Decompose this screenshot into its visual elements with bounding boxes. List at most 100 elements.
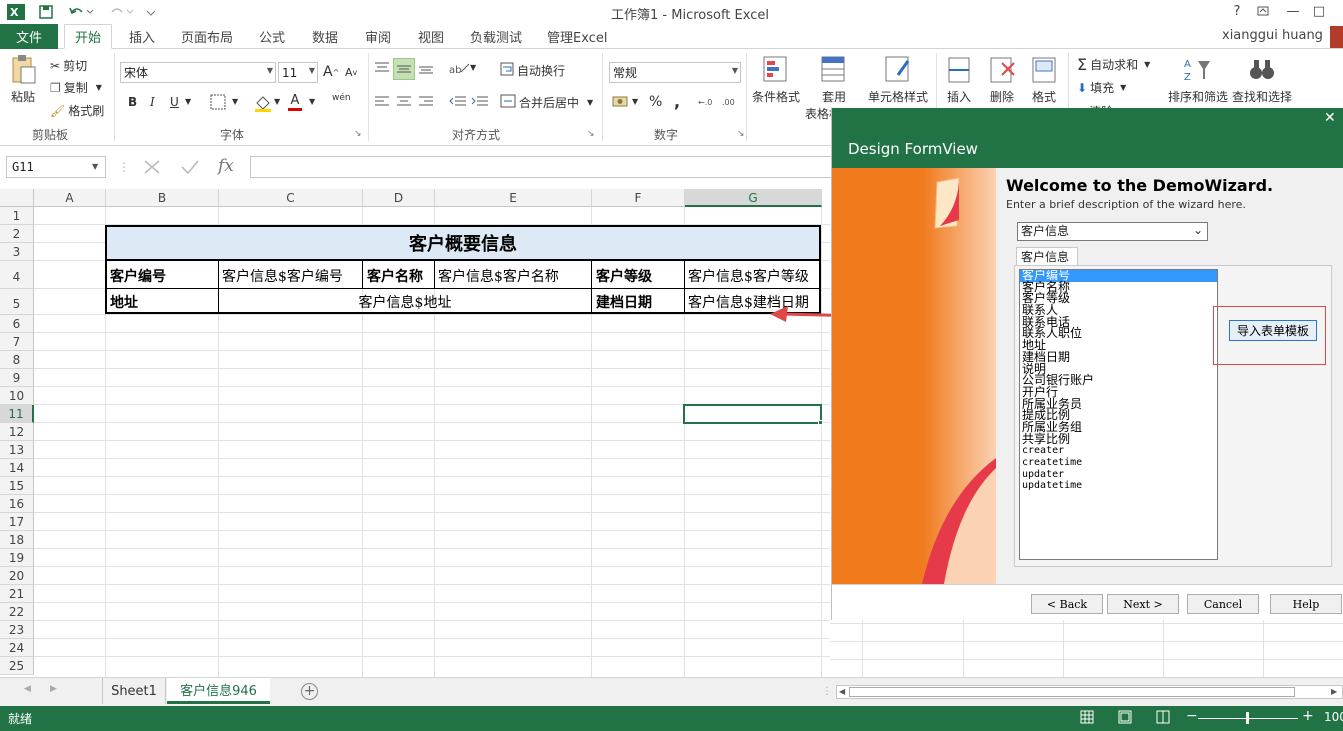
- column-header-b[interactable]: B: [106, 189, 219, 207]
- page-layout-view-icon[interactable]: [1118, 710, 1132, 727]
- row-header[interactable]: 8: [0, 351, 34, 369]
- row-header[interactable]: 22: [0, 603, 34, 621]
- field-customer-level[interactable]: 客户信息$客户等级: [688, 263, 809, 288]
- row-header[interactable]: 11: [0, 405, 34, 423]
- back-button[interactable]: < Back: [1031, 594, 1103, 614]
- grid-area-right[interactable]: [830, 620, 1343, 677]
- field-address[interactable]: 客户信息$地址: [219, 289, 591, 314]
- import-form-template-button[interactable]: 导入表单模板: [1229, 320, 1317, 341]
- chevron-down-icon[interactable]: ▼: [309, 97, 315, 106]
- add-sheet-button[interactable]: +: [301, 683, 318, 700]
- row-header[interactable]: 13: [0, 441, 34, 459]
- row-header[interactable]: 21: [0, 585, 34, 603]
- chevron-down-icon[interactable]: ▼: [92, 162, 98, 171]
- fill-button[interactable]: ⬇ 填充 ▼: [1077, 79, 1126, 96]
- row-header[interactable]: 12: [0, 423, 34, 441]
- tab-page-layout[interactable]: 页面布局: [181, 24, 233, 49]
- paste-button[interactable]: 粘贴: [10, 55, 36, 105]
- dialog-launcher-icon[interactable]: ↘: [587, 129, 595, 139]
- scroll-left-icon[interactable]: ◀: [24, 684, 31, 694]
- row-header[interactable]: 5: [0, 289, 34, 315]
- zoom-in-button[interactable]: +: [1302, 708, 1314, 724]
- align-left-icon[interactable]: [374, 95, 390, 107]
- tab-formulas[interactable]: 公式: [259, 24, 285, 49]
- insert-cells-button[interactable]: 插入: [946, 55, 972, 105]
- row-header[interactable]: 18: [0, 531, 34, 549]
- tab-view[interactable]: 视图: [418, 24, 444, 49]
- dialog-launcher-icon[interactable]: ↘: [737, 129, 745, 139]
- decrease-indent-icon[interactable]: [449, 95, 467, 107]
- format-cells-button[interactable]: 格式: [1030, 55, 1058, 105]
- scroll-right-icon[interactable]: ▶: [1331, 687, 1337, 696]
- conditional-format-button[interactable]: 条件格式: [752, 55, 800, 105]
- dialog-launcher-icon[interactable]: ↘: [354, 129, 362, 139]
- row-header[interactable]: 16: [0, 495, 34, 513]
- row-header[interactable]: 20: [0, 567, 34, 585]
- scrollbar-thumb[interactable]: [849, 687, 1295, 697]
- autosum-button[interactable]: Σ 自动求和 ▼: [1077, 55, 1150, 74]
- help-button[interactable]: ?: [1224, 0, 1250, 22]
- avatar[interactable]: [1330, 26, 1343, 48]
- label-create-date[interactable]: 建档日期: [596, 289, 652, 314]
- comma-button[interactable]: ,: [674, 92, 680, 111]
- list-item[interactable]: updater: [1020, 469, 1217, 481]
- column-header-c[interactable]: C: [219, 189, 363, 207]
- undo-icon[interactable]: [66, 2, 96, 22]
- redo-icon[interactable]: [106, 2, 136, 22]
- row-header[interactable]: 17: [0, 513, 34, 531]
- ribbon-display-options-icon[interactable]: [1250, 0, 1276, 22]
- name-box[interactable]: G11: [6, 156, 106, 178]
- align-middle-icon[interactable]: [393, 58, 415, 80]
- font-name-combo[interactable]: 宋体 ▼: [120, 62, 276, 83]
- decrease-decimal-icon[interactable]: .00: [722, 94, 742, 108]
- row-header[interactable]: 15: [0, 477, 34, 495]
- chevron-down-icon[interactable]: ▼: [632, 97, 638, 106]
- align-top-icon[interactable]: [374, 61, 390, 75]
- font-color-button[interactable]: A: [288, 93, 302, 111]
- insert-function-button[interactable]: fx: [218, 156, 234, 176]
- list-item[interactable]: updatetime: [1020, 480, 1217, 492]
- list-item[interactable]: 共享比例: [1020, 433, 1217, 446]
- row-header[interactable]: 25: [0, 657, 34, 675]
- horizontal-scrollbar[interactable]: ◀ ▶: [836, 685, 1343, 699]
- list-item[interactable]: creater: [1020, 445, 1217, 457]
- restore-button[interactable]: □: [1306, 0, 1332, 22]
- fill-color-icon[interactable]: [254, 94, 272, 112]
- row-header[interactable]: 6: [0, 315, 34, 333]
- increase-indent-icon[interactable]: [471, 95, 489, 107]
- select-all-corner[interactable]: [0, 189, 34, 207]
- tab-manage-excel[interactable]: 管理Excel: [547, 24, 607, 49]
- cancel-icon[interactable]: [142, 158, 162, 179]
- label-address[interactable]: 地址: [110, 289, 138, 314]
- tab-load-test[interactable]: 负载测试: [470, 24, 522, 49]
- grow-font-button[interactable]: A ^: [323, 64, 339, 80]
- zoom-level[interactable]: 100: [1324, 710, 1343, 724]
- italic-button[interactable]: I: [150, 95, 155, 109]
- format-as-table-button[interactable]: 套用: [820, 55, 848, 105]
- field-list[interactable]: 客户编号 客户名称 客户等级 联系人 联系电话 联系人职位 地址 建档日期 说明…: [1019, 269, 1218, 560]
- zoom-out-button[interactable]: −: [1186, 708, 1198, 724]
- underline-button[interactable]: U: [170, 95, 179, 109]
- tab-insert[interactable]: 插入: [129, 24, 155, 49]
- list-item[interactable]: 联系人职位: [1020, 328, 1217, 340]
- column-header-g[interactable]: G: [685, 189, 822, 207]
- normal-view-icon[interactable]: [1080, 710, 1094, 727]
- tab-data[interactable]: 数据: [312, 24, 338, 49]
- tab-file[interactable]: 文件: [0, 24, 58, 49]
- delete-cells-button[interactable]: 删除: [988, 55, 1016, 105]
- align-center-icon[interactable]: [396, 95, 412, 107]
- font-size-combo[interactable]: 11 ▼: [278, 62, 318, 83]
- scroll-right-icon[interactable]: ▶: [50, 684, 57, 694]
- sheet-tab-customer-info[interactable]: 客户信息946: [167, 678, 270, 704]
- field-customer-id[interactable]: 客户信息$客户编号: [222, 263, 343, 288]
- align-right-icon[interactable]: [418, 95, 434, 107]
- chevron-down-icon[interactable]: ▼: [185, 97, 191, 106]
- number-format-combo[interactable]: 常规 ▼: [609, 62, 741, 83]
- row-header[interactable]: 2: [0, 225, 34, 243]
- sort-filter-button[interactable]: AZ 排序和筛选: [1168, 55, 1228, 105]
- row-header[interactable]: 24: [0, 639, 34, 657]
- row-header[interactable]: 1: [0, 207, 34, 225]
- cut-button[interactable]: ✂ 剪切: [50, 57, 87, 74]
- chevron-down-icon[interactable]: ▼: [470, 63, 476, 72]
- wrap-text-button[interactable]: 自动换行: [500, 62, 565, 79]
